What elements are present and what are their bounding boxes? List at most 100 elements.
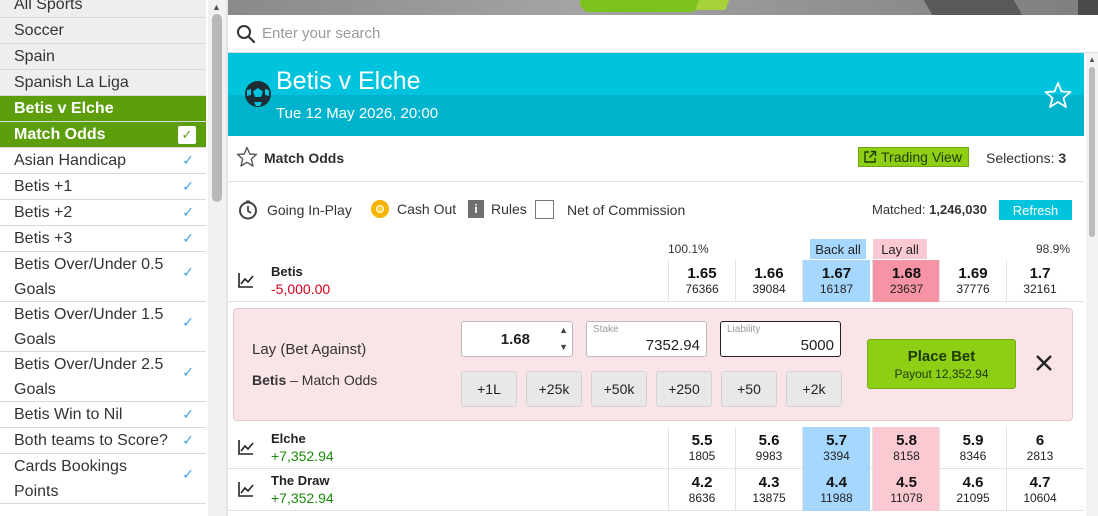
info-icon: i [468, 200, 484, 218]
price-volume: 10604 [1023, 491, 1057, 505]
price-odds: 5.7 [826, 432, 847, 449]
odds-stepper[interactable]: 1.68 ▲ ▼ [461, 321, 573, 357]
runner-row: Elche +7,352.94 5.5 1805 5.6 9983 5.7 3394 5.8 81… [228, 427, 1084, 469]
price-odds: 1.68 [891, 265, 922, 282]
sidebar-item[interactable]: Betis Over/Under 1.5 Goals ✓ [0, 302, 206, 352]
price-volume: 37776 [956, 282, 990, 296]
lay-price-cell[interactable]: 1.69 37776 [939, 260, 1006, 302]
lay-price-cell[interactable]: 1.68 23637 [872, 260, 940, 302]
sidebar-item[interactable]: Betis v Elche [0, 96, 206, 122]
price-odds: 4.3 [758, 474, 780, 491]
search-icon [237, 24, 256, 43]
rules-link[interactable]: i Rules [468, 200, 527, 218]
odds-down-icon[interactable]: ▼ [559, 342, 568, 352]
price-odds: 5.5 [691, 432, 713, 449]
back-price-cell[interactable]: 5.7 3394 [802, 427, 870, 469]
selections-count: Selections: 3 [986, 150, 1067, 166]
sidebar-item[interactable]: Betis +2 ✓ [0, 200, 206, 226]
event-title: Betis v Elche [276, 67, 421, 95]
net-of-commission-toggle[interactable]: Net of Commission [535, 200, 685, 219]
close-icon[interactable] [1032, 351, 1056, 375]
sidebar-item[interactable]: Betis Over/Under 0.5 Goals ✓ [0, 252, 206, 302]
checkmark-icon: ✓ [182, 432, 194, 448]
market-name: Match Odds [264, 150, 345, 166]
trading-view-button[interactable]: Trading View [858, 147, 969, 167]
quick-stake-button[interactable]: +25k [526, 371, 582, 407]
quick-stake-button[interactable]: +50 [721, 371, 777, 407]
lay-price-cell[interactable]: 4.7 10604 [1006, 469, 1073, 511]
sidebar-item[interactable]: Match Odds ✓ [0, 122, 206, 148]
lay-price-cell[interactable]: 6 2813 [1006, 427, 1073, 469]
net-of-commission-checkbox[interactable] [535, 200, 554, 219]
place-bet-button[interactable]: Place Bet Payout 12,352.94 [867, 339, 1016, 389]
quick-stake-button[interactable]: +1L [461, 371, 517, 407]
runner-row: The Draw +7,352.94 4.2 8636 4.3 13875 4.4 11988… [228, 469, 1084, 511]
external-link-icon [864, 150, 877, 163]
clock-icon [239, 200, 257, 220]
sidebar-item[interactable]: Betis +1 ✓ [0, 174, 206, 200]
sidebar-item[interactable]: All Sports [0, 0, 206, 18]
sidebar-item[interactable]: Spain [0, 44, 206, 70]
cash-out-icon [371, 200, 389, 218]
price-odds: 4.6 [962, 474, 984, 491]
odds-up-icon[interactable]: ▲ [559, 325, 568, 335]
lay-price-cell[interactable]: 4.5 11078 [872, 469, 940, 511]
cash-out[interactable]: Cash Out [371, 200, 456, 218]
sidebar-item[interactable]: Both teams to Score? ✓ [0, 428, 206, 454]
main-scroll-thumb[interactable] [1089, 67, 1095, 237]
price-graph-icon[interactable] [238, 272, 254, 288]
lay-price-cell[interactable]: 4.6 21095 [939, 469, 1006, 511]
sidebar-item[interactable]: Betis +3 ✓ [0, 226, 206, 252]
runner-name: Betis [271, 264, 303, 279]
sidebar-scrollbar[interactable]: ▲ [208, 0, 226, 516]
checkmark-icon: ✓ [182, 466, 194, 482]
sidebar-item[interactable]: Cards Bookings Points ✓ [0, 454, 206, 504]
price-odds: 4.7 [1029, 474, 1051, 491]
checkmark-icon: ✓ [182, 178, 194, 194]
back-price-cell[interactable]: 4.3 13875 [735, 469, 802, 511]
sidebar-item[interactable]: Asian Handicap ✓ [0, 148, 206, 174]
market-favourite-star-icon[interactable] [236, 146, 258, 168]
market-bar: Match Odds Trading View Selections: 3 [228, 136, 1084, 182]
trading-view-label: Trading View [881, 149, 962, 165]
back-price-cell[interactable]: 1.65 76366 [668, 260, 735, 302]
quick-stake-button[interactable]: +250 [656, 371, 712, 407]
back-all-button[interactable]: Back all [810, 239, 866, 259]
going-in-play: Going In-Play [238, 200, 352, 220]
back-price-cell[interactable]: 4.2 8636 [668, 469, 735, 511]
lay-price-cell[interactable]: 5.8 8158 [872, 427, 940, 469]
stake-input[interactable]: Stake 7352.94 [586, 321, 707, 357]
search-input[interactable] [262, 25, 862, 42]
runner-profit-loss: +7,352.94 [271, 490, 334, 506]
main-scrollbar[interactable]: ▲ [1086, 53, 1098, 516]
liability-input[interactable]: Liability 5000 [720, 321, 841, 357]
sidebar-item-label: Betis Over/Under 2.5 Goals [14, 355, 164, 398]
checkmark-icon: ✓ [182, 406, 194, 422]
lay-all-button[interactable]: Lay all [873, 239, 927, 259]
sidebar-scroll-thumb[interactable] [212, 14, 222, 202]
refresh-button[interactable]: Refresh [999, 200, 1072, 220]
sidebar-item[interactable]: Soccer [0, 18, 206, 44]
main-scroll-up-icon[interactable]: ▲ [1088, 55, 1096, 64]
sidebar-item-label: Betis +1 [14, 177, 73, 195]
scroll-up-icon[interactable]: ▲ [212, 2, 221, 12]
back-price-cell[interactable]: 1.67 16187 [802, 260, 870, 302]
sidebar-item-label: Spanish La Liga [14, 73, 129, 91]
runner-profit-loss: +7,352.94 [271, 448, 334, 464]
checkmark-icon: ✓ [182, 204, 194, 220]
sidebar-item[interactable]: Betis Over/Under 2.5 Goals ✓ [0, 352, 206, 402]
quick-stake-button[interactable]: +2k [786, 371, 842, 407]
sidebar-item[interactable]: Betis Win to Nil ✓ [0, 402, 206, 428]
price-graph-icon[interactable] [238, 481, 254, 497]
sidebar-item[interactable]: Spanish La Liga [0, 70, 206, 96]
back-price-cell[interactable]: 5.6 9983 [735, 427, 802, 469]
price-graph-icon[interactable] [238, 439, 254, 455]
favourite-star-icon[interactable] [1044, 81, 1072, 109]
lay-price-cell[interactable]: 5.9 8346 [939, 427, 1006, 469]
back-price-cell[interactable]: 1.66 39084 [735, 260, 802, 302]
quick-stake-button[interactable]: +50k [591, 371, 647, 407]
back-price-cell[interactable]: 5.5 1805 [668, 427, 735, 469]
lay-price-cell[interactable]: 1.7 32161 [1006, 260, 1073, 302]
price-volume: 13875 [752, 491, 786, 505]
back-price-cell[interactable]: 4.4 11988 [802, 469, 870, 511]
